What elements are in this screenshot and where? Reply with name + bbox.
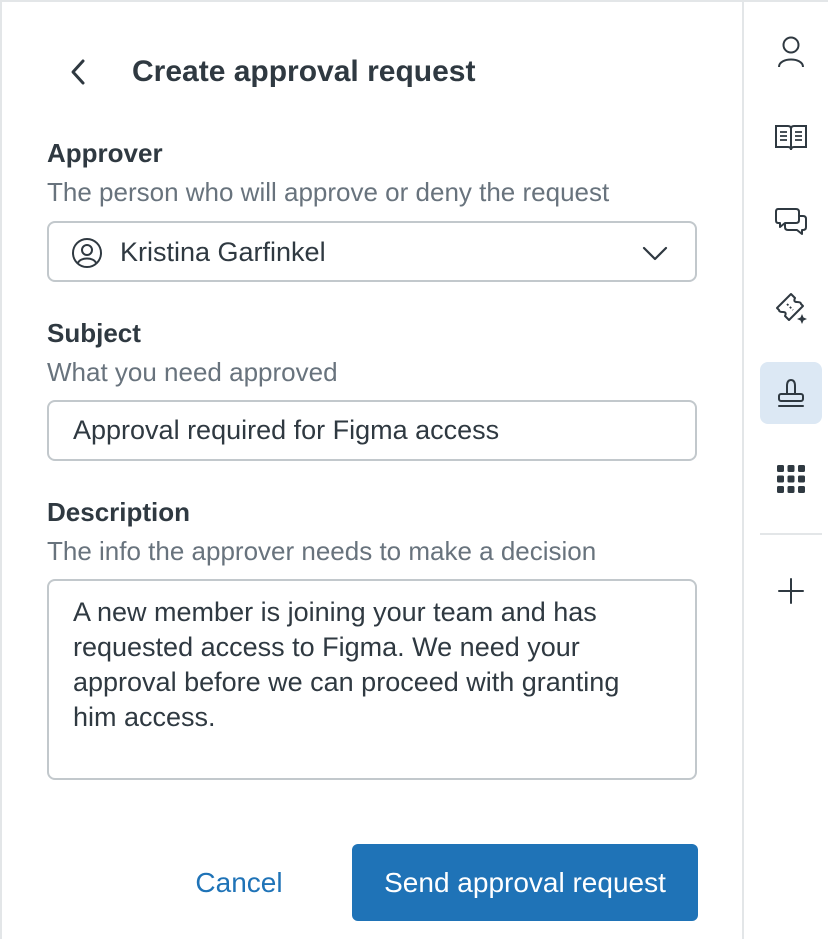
subject-input[interactable] [49, 402, 695, 459]
chevron-down-icon [642, 246, 668, 261]
apps-grid-icon [777, 465, 805, 493]
rail-item-conversations[interactable] [760, 191, 822, 253]
subject-hint: What you need approved [47, 357, 338, 387]
page-title: Create approval request [132, 55, 476, 88]
send-approval-request-button[interactable]: Send approval request [352, 844, 698, 921]
plus-icon [778, 578, 804, 604]
panel-header: Create approval request [2, 42, 742, 104]
user-circle-icon [72, 238, 102, 268]
description-text: A new member is joining your team and ha… [73, 597, 627, 732]
book-icon [775, 125, 807, 151]
rail-item-add[interactable] [760, 560, 822, 622]
approver-label: Approver [47, 138, 163, 168]
rail-item-tickets[interactable] [760, 277, 822, 339]
rail-item-user[interactable] [760, 21, 822, 83]
rail-item-knowledge[interactable] [760, 106, 822, 168]
cancel-button[interactable]: Cancel [174, 844, 304, 921]
approver-select[interactable]: Kristina Garfinkel [47, 221, 697, 282]
rail-divider [760, 533, 822, 535]
approver-value: Kristina Garfinkel [120, 237, 326, 267]
app-window: Create approval request Approver The per… [0, 0, 828, 939]
description-label: Description [47, 497, 191, 527]
approval-panel: Create approval request Approver The per… [2, 2, 742, 939]
stamp-icon [778, 378, 804, 407]
right-rail [742, 2, 828, 939]
approver-hint: The person who will approve or deny the … [47, 177, 610, 207]
back-button[interactable] [58, 52, 98, 92]
chat-icon [775, 208, 807, 235]
subject-label: Subject [47, 318, 141, 348]
ticket-sparkle-icon [776, 293, 807, 324]
description-hint: The info the approver needs to make a de… [47, 536, 597, 566]
rail-item-approvals[interactable] [760, 362, 822, 424]
user-icon [778, 36, 804, 68]
description-textarea[interactable]: A new member is joining your team and ha… [47, 579, 697, 780]
rail-item-apps[interactable] [760, 448, 822, 510]
chevron-left-icon [71, 59, 85, 85]
subject-field-wrapper [47, 400, 697, 461]
